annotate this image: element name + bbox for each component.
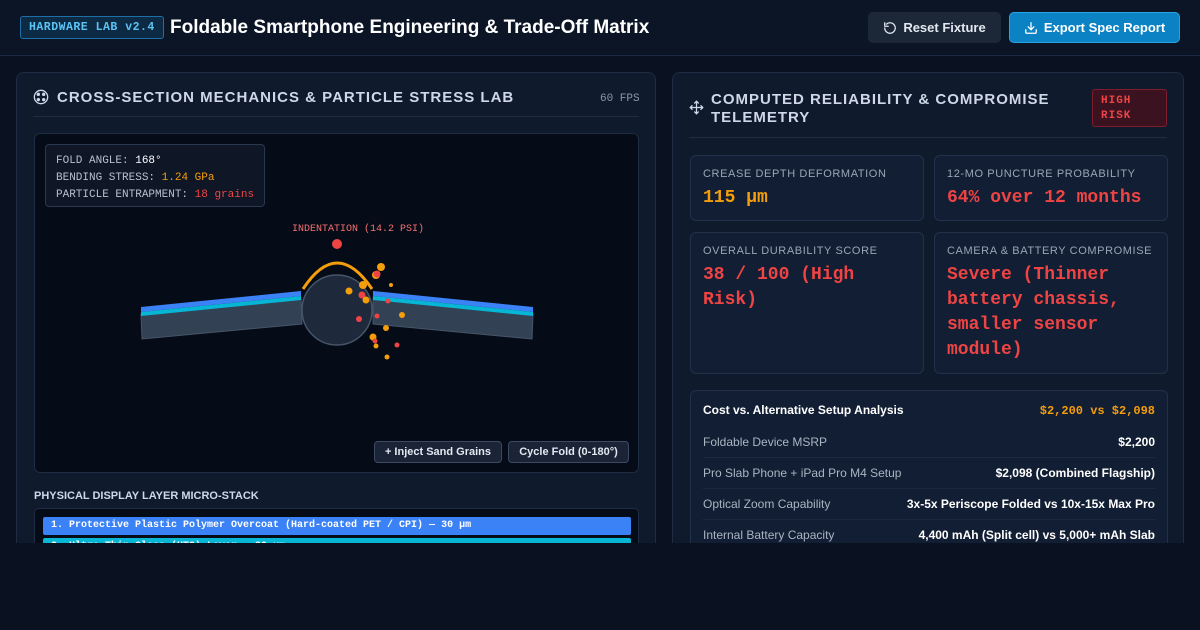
cost-row-value: $2,200 bbox=[1118, 435, 1155, 449]
metric-value: 115 µm bbox=[703, 188, 768, 208]
layer-stack-title: PHYSICAL DISPLAY LAYER MICRO-STACK bbox=[34, 490, 259, 502]
cost-row-label: Optical Zoom Capability bbox=[703, 497, 831, 511]
mechanics-panel-title: CROSS-SECTION MECHANICS & PARTICLE STRES… bbox=[57, 89, 515, 106]
cost-row-value: $2,098 (Combined Flagship) bbox=[995, 466, 1155, 480]
indentation-label: INDENTATION (14.2 PSI) bbox=[292, 223, 424, 235]
sand-grain bbox=[356, 316, 362, 322]
sand-grain bbox=[374, 313, 380, 319]
metric-card-compromise: CAMERA & BATTERY COMPROMISE Severe (Thin… bbox=[934, 232, 1168, 374]
metric-label: CREASE DEPTH DEFORMATION bbox=[703, 168, 887, 180]
page-title: Foldable Smartphone Engineering & Trade-… bbox=[170, 17, 650, 38]
sand-grain bbox=[362, 296, 370, 304]
indentation-point bbox=[332, 239, 342, 249]
fold-cross-section: INDENTATION (14.2 PSI) bbox=[140, 223, 534, 360]
reset-fixture-button[interactable]: Reset Fixture bbox=[868, 12, 1001, 43]
cycle-fold-button[interactable]: Cycle Fold (0-180°) bbox=[508, 441, 629, 463]
atom-icon bbox=[33, 89, 49, 105]
cost-row: Foldable Device MSRP $2,200 bbox=[703, 427, 1155, 458]
move-icon bbox=[689, 100, 704, 115]
sand-grain bbox=[372, 338, 378, 344]
cost-row: Pro Slab Phone + iPad Pro M4 Setup $2,09… bbox=[703, 458, 1155, 489]
sand-grain bbox=[389, 283, 393, 287]
metric-label: OVERALL DURABILITY SCORE bbox=[703, 245, 878, 257]
cost-compare: $2,200 vs $2,098 bbox=[1039, 404, 1155, 418]
metric-label: CAMERA & BATTERY COMPROMISE bbox=[947, 245, 1153, 257]
cost-row-label: Pro Slab Phone + iPad Pro M4 Setup bbox=[703, 466, 902, 480]
cost-row-label: Foldable Device MSRP bbox=[703, 435, 828, 449]
sand-grain bbox=[359, 281, 367, 289]
export-spec-button[interactable]: Export Spec Report bbox=[1009, 12, 1180, 43]
sand-grain bbox=[394, 342, 400, 348]
mechanics-panel: CROSS-SECTION MECHANICS & PARTICLE STRES… bbox=[16, 72, 656, 598]
cost-row: Optical Zoom Capability 3x-5x Periscope … bbox=[703, 489, 1155, 520]
metric-card-crease: CREASE DEPTH DEFORMATION 115 µm bbox=[690, 155, 924, 221]
sand-grain bbox=[373, 343, 379, 349]
cost-row-value: 3x-5x Periscope Folded vs 10x-15x Max Pr… bbox=[906, 497, 1155, 511]
risk-badge: HIGH RISK bbox=[1092, 89, 1167, 127]
fps-counter: 60 FPS bbox=[600, 93, 640, 105]
top-bar: HARDWARE LAB v2.4 Foldable Smartphone En… bbox=[0, 0, 1200, 56]
sand-grain bbox=[345, 287, 353, 295]
metric-value: 38 / 100 (High Risk) bbox=[703, 265, 855, 310]
download-icon bbox=[1024, 21, 1037, 34]
metric-label: 12-MO PUNCTURE PROBABILITY bbox=[947, 168, 1136, 180]
reset-icon bbox=[884, 21, 897, 34]
reset-fixture-label: Reset Fixture bbox=[903, 20, 986, 35]
cross-section-canvas[interactable]: FOLD ANGLE: 168° BENDING STRESS: 1.24 GP… bbox=[34, 133, 639, 473]
telemetry-panel: COMPUTED RELIABILITY & COMPROMISE TELEME… bbox=[672, 72, 1184, 610]
sand-grain bbox=[377, 263, 385, 271]
sand-grain bbox=[383, 325, 389, 331]
divider bbox=[33, 116, 639, 117]
metric-card-durability: OVERALL DURABILITY SCORE 38 / 100 (High … bbox=[690, 232, 924, 374]
metric-value: 64% over 12 months bbox=[947, 188, 1142, 208]
cost-row-value: 4,400 mAh (Split cell) vs 5,000+ mAh Sla… bbox=[918, 528, 1155, 542]
page-footer-area bbox=[0, 543, 1200, 630]
cost-row-label: Internal Battery Capacity bbox=[703, 528, 835, 542]
export-spec-label: Export Spec Report bbox=[1043, 20, 1166, 35]
sand-grain bbox=[399, 312, 405, 318]
divider bbox=[689, 137, 1167, 138]
metric-value: Severe (Thinner battery chassis, smaller… bbox=[947, 265, 1120, 360]
telemetry-panel-title: COMPUTED RELIABILITY & COMPROMISE TELEME… bbox=[711, 91, 1050, 126]
sand-grain bbox=[385, 298, 391, 304]
metric-card-puncture: 12-MO PUNCTURE PROBABILITY 64% over 12 m… bbox=[934, 155, 1168, 221]
cost-analysis-title: Cost vs. Alternative Setup Analysis bbox=[703, 403, 904, 417]
inject-sand-button[interactable]: + Inject Sand Grains bbox=[374, 441, 502, 463]
sand-grain bbox=[384, 354, 390, 360]
layer-item[interactable]: 1. Protective Plastic Polymer Overcoat (… bbox=[43, 517, 631, 535]
lab-version-badge: HARDWARE LAB v2.4 bbox=[20, 16, 164, 39]
sand-grain bbox=[373, 270, 381, 278]
